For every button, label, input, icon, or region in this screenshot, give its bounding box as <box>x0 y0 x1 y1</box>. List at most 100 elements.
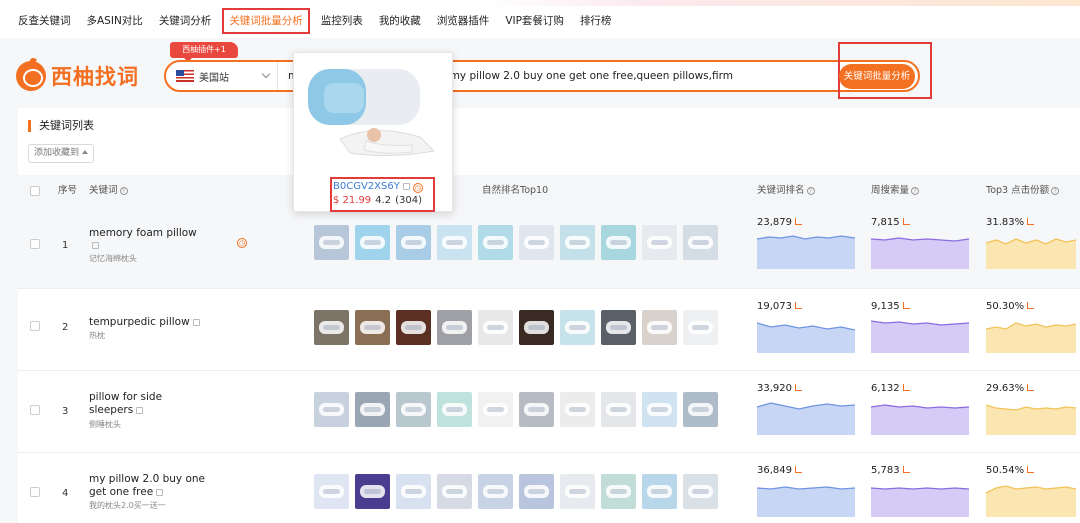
row-checkbox[interactable] <box>30 321 40 331</box>
header-top3-share[interactable]: Top3 点击份额? <box>986 175 1060 207</box>
product-thumbnail[interactable] <box>642 225 677 260</box>
product-thumbnail[interactable] <box>519 392 554 427</box>
rank-metric: 23,879 <box>757 215 877 269</box>
nav-browser-plugin[interactable]: 浏览器插件 <box>429 8 498 34</box>
product-thumbnail[interactable] <box>478 474 513 509</box>
product-thumbnail[interactable] <box>683 392 718 427</box>
product-asin[interactable]: B0CGV2XS6Y ◷ <box>333 181 423 193</box>
row-checkbox[interactable] <box>30 405 40 415</box>
history-icon[interactable]: ◷ <box>412 183 423 193</box>
trend-chart-icon[interactable] <box>902 466 910 473</box>
product-thumbnail[interactable] <box>355 392 390 427</box>
product-thumbnail[interactable] <box>396 225 431 260</box>
product-thumbnail[interactable] <box>437 392 472 427</box>
product-image[interactable] <box>294 55 452 173</box>
table-row[interactable]: 1 memory foam pillow 记忆海绵枕头 ◷ 23,879 7,8… <box>18 207 1080 289</box>
trend-chart-icon[interactable] <box>795 218 802 225</box>
product-thumbnail[interactable] <box>601 225 636 260</box>
product-thumbnail[interactable] <box>396 310 431 345</box>
trend-chart-icon[interactable] <box>1027 466 1035 473</box>
nav-favorites[interactable]: 我的收藏 <box>371 8 429 34</box>
product-thumbnail[interactable] <box>437 225 472 260</box>
header-rank[interactable]: 关键词排名? <box>757 175 815 207</box>
product-thumbnail[interactable] <box>642 474 677 509</box>
product-thumbnail[interactable] <box>560 225 595 260</box>
nav-vip[interactable]: VIP套餐订购 <box>497 8 572 34</box>
row-checkbox[interactable] <box>30 487 40 497</box>
row-checkbox[interactable] <box>30 239 40 249</box>
row-keyword[interactable]: pillow for side sleepers <box>89 391 175 417</box>
header-keyword[interactable]: 关键词? <box>89 175 128 207</box>
product-thumbnail[interactable] <box>314 474 349 509</box>
row-keyword[interactable]: tempurpedic pillow <box>89 316 229 329</box>
nav-ranking[interactable]: 排行榜 <box>572 8 620 34</box>
product-thumbnail[interactable] <box>519 310 554 345</box>
table-row[interactable]: 4 my pillow 2.0 buy one get one free 我的枕… <box>18 453 1080 523</box>
product-thumbnail[interactable] <box>355 225 390 260</box>
product-thumbnail[interactable] <box>478 225 513 260</box>
add-to-favorites-dropdown[interactable]: 添加收藏到 <box>28 144 94 163</box>
copy-icon[interactable] <box>92 242 99 249</box>
promo-badge[interactable]: 西柚插件+1 <box>170 42 238 62</box>
product-thumbnail[interactable] <box>314 392 349 427</box>
nav-multi-asin[interactable]: 多ASIN对比 <box>79 8 151 34</box>
product-thumbnail[interactable] <box>601 310 636 345</box>
nav-reverse-keyword[interactable]: 反查关键词 <box>10 8 79 34</box>
weekly-search-metric: 5,783 <box>871 463 991 517</box>
product-thumbnail[interactable] <box>478 310 513 345</box>
copy-icon[interactable] <box>192 319 200 326</box>
trend-chart-icon[interactable] <box>795 466 802 473</box>
product-thumbnail[interactable] <box>642 392 677 427</box>
product-thumbnail[interactable] <box>478 392 513 427</box>
nav-monitor-list[interactable]: 监控列表 <box>313 8 371 34</box>
product-thumbnail[interactable] <box>601 474 636 509</box>
top3-sparkline <box>986 485 1076 517</box>
top3-sparkline <box>986 404 1076 435</box>
header-weekly-search[interactable]: 周搜索量? <box>871 175 920 207</box>
trend-chart-icon[interactable] <box>795 302 802 309</box>
product-thumbnail[interactable] <box>519 225 554 260</box>
trend-chart-icon[interactable] <box>902 218 910 225</box>
copy-icon[interactable] <box>136 407 144 414</box>
product-thumbnail[interactable] <box>396 392 431 427</box>
top-nav: 反查关键词 多ASIN对比 关键词分析 关键词批量分析 监控列表 我的收藏 浏览… <box>0 8 1080 34</box>
product-thumbnail[interactable] <box>683 310 718 345</box>
product-thumbnail[interactable] <box>314 225 349 260</box>
nav-keyword-analysis[interactable]: 关键词分析 <box>151 8 220 34</box>
trend-chart-icon[interactable] <box>1027 384 1035 391</box>
product-thumbnail[interactable] <box>560 474 595 509</box>
trend-chart-icon[interactable] <box>1027 302 1035 309</box>
product-thumbnail[interactable] <box>601 392 636 427</box>
product-thumbnail[interactable] <box>683 225 718 260</box>
product-thumbnail[interactable] <box>396 474 431 509</box>
header-top10: 自然排名Top10 <box>482 185 549 196</box>
row-keyword[interactable]: my pillow 2.0 buy one get one free <box>89 473 207 499</box>
copy-icon[interactable] <box>402 183 410 190</box>
product-thumbnail[interactable] <box>355 474 390 509</box>
product-thumbnail[interactable] <box>355 310 390 345</box>
product-hover-card: B0CGV2XS6Y ◷ $ 21.99 4.2 (304) <box>293 52 453 212</box>
table-row[interactable]: 3 pillow for side sleepers 侧睡枕头 33,920 6… <box>18 371 1080 453</box>
nav-keyword-batch-analysis[interactable]: 关键词批量分析 <box>222 8 310 34</box>
product-thumbnail[interactable] <box>519 474 554 509</box>
product-thumbnail[interactable] <box>437 474 472 509</box>
row-keyword[interactable]: memory foam pillow <box>89 227 229 240</box>
table-row[interactable]: 2 tempurpedic pillow 热枕 19,073 9,135 50.… <box>18 289 1080 371</box>
product-thumbnail[interactable] <box>314 310 349 345</box>
site-select[interactable]: 美国站 <box>166 62 278 90</box>
trend-chart-icon[interactable] <box>902 302 910 309</box>
brand-logo[interactable]: 西柚找词 <box>16 58 139 94</box>
top3-value: 31.83% <box>986 217 1025 228</box>
select-all-checkbox[interactable] <box>30 186 40 196</box>
product-thumbnail[interactable] <box>683 474 718 509</box>
product-thumbnail[interactable] <box>560 392 595 427</box>
trend-chart-icon[interactable] <box>1027 218 1035 225</box>
product-thumbnail[interactable] <box>437 310 472 345</box>
copy-icon[interactable] <box>156 489 164 496</box>
trend-chart-icon[interactable] <box>902 384 910 391</box>
trend-chart-icon[interactable] <box>795 384 802 391</box>
batch-analyze-button[interactable]: 关键词批量分析 <box>839 64 915 89</box>
history-icon[interactable]: ◷ <box>237 238 247 248</box>
product-thumbnail[interactable] <box>560 310 595 345</box>
product-thumbnail[interactable] <box>642 310 677 345</box>
